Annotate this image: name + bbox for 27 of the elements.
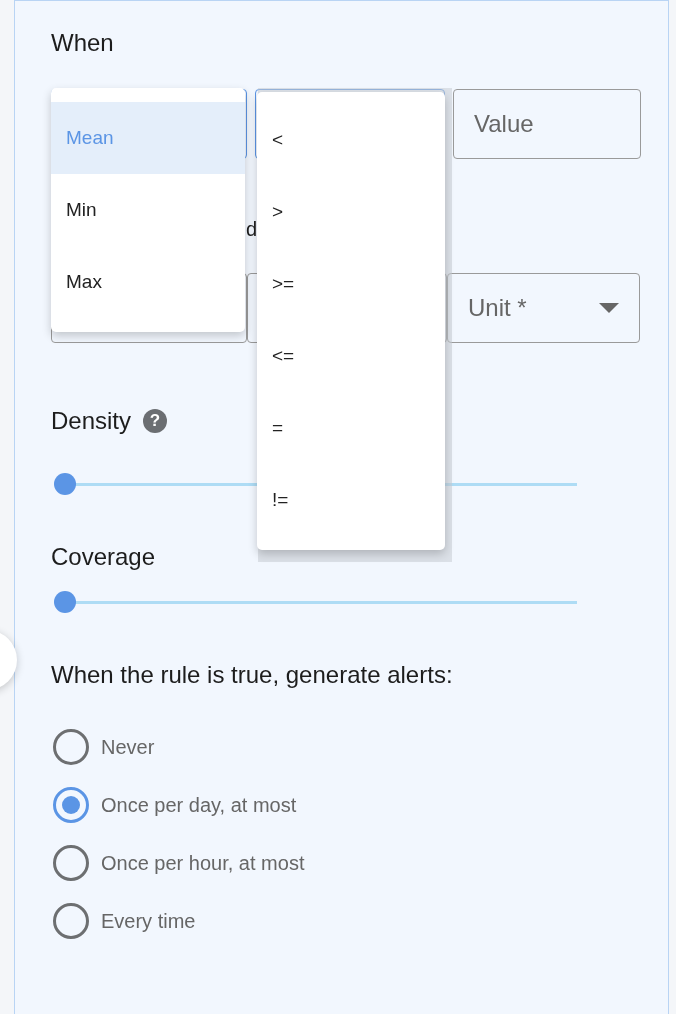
menu-item[interactable]: >= <box>257 248 445 320</box>
section-heading: When <box>51 29 114 57</box>
menu-item[interactable]: < <box>257 104 445 176</box>
caret-icon <box>599 303 619 313</box>
unit-select[interactable]: Unit * <box>447 273 640 343</box>
radio-button[interactable] <box>53 845 89 881</box>
radio-label: Once per hour, at most <box>101 851 305 875</box>
menu-item[interactable]: Max <box>51 246 245 318</box>
radio-button[interactable] <box>53 787 89 823</box>
radio-button[interactable] <box>53 729 89 765</box>
radio-label: Never <box>101 735 155 759</box>
radio-label: Once per day, at most <box>101 793 297 817</box>
alerts-heading: When the rule is true, generate alerts: <box>51 661 453 689</box>
menu-item[interactable]: > <box>257 176 445 248</box>
radio-label: Every time <box>101 909 196 933</box>
menu-item[interactable]: != <box>257 464 445 536</box>
menu-item[interactable]: <= <box>257 320 445 392</box>
slider-thumb[interactable] <box>54 591 76 613</box>
help-icon[interactable]: ? <box>143 409 168 433</box>
radio-button[interactable] <box>53 903 89 939</box>
slider-thumb[interactable] <box>54 473 76 495</box>
field-label: d <box>246 218 258 240</box>
slider-label: Density <box>51 407 132 435</box>
slider-label: Coverage <box>51 543 156 571</box>
menu-item[interactable]: Min <box>51 174 245 246</box>
menu-item[interactable]: = <box>257 392 445 464</box>
value-field[interactable]: Value <box>453 89 641 159</box>
